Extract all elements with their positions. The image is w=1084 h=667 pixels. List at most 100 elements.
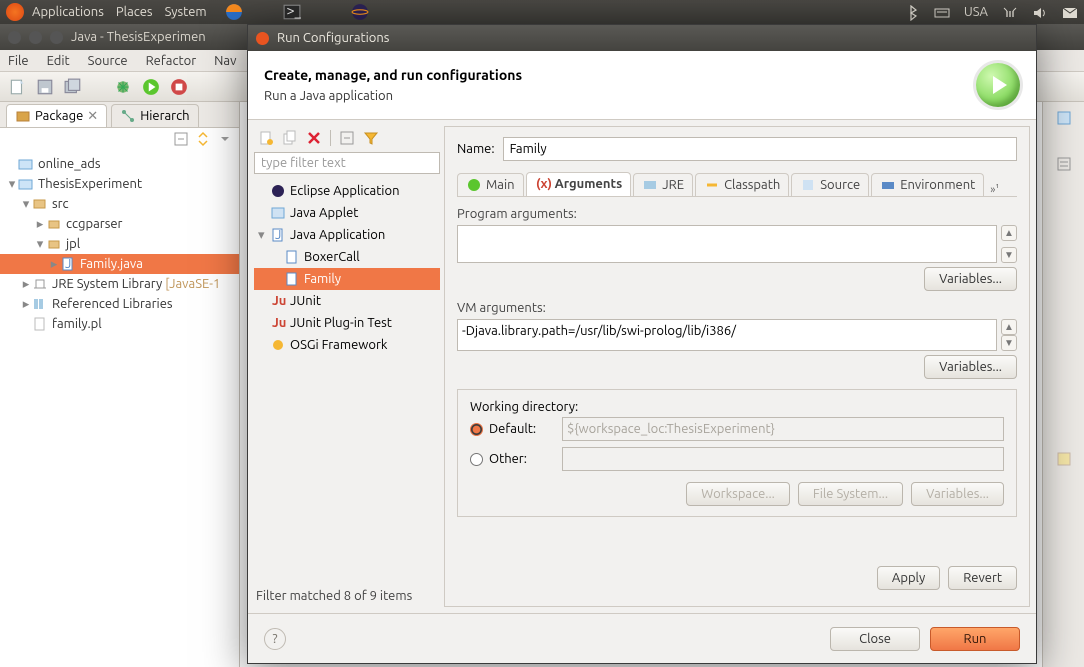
menu-applications[interactable]: Applications xyxy=(32,5,104,19)
tree-pkg-jpl[interactable]: ▾jpl xyxy=(0,234,239,254)
collapse-all-icon[interactable] xyxy=(173,131,189,147)
tree-file-family-java[interactable]: ▸JFamily.java xyxy=(0,254,239,274)
window-min-btn[interactable] xyxy=(29,31,42,44)
new-config-icon[interactable] xyxy=(258,130,274,146)
workdir-variables-button[interactable]: Variables... xyxy=(911,482,1004,506)
firefox-icon[interactable] xyxy=(225,3,243,21)
cfg-java-applet[interactable]: Java Applet xyxy=(254,202,440,224)
cfg-boxercall[interactable]: BoxerCall xyxy=(254,246,440,268)
ubuntu-logo-icon[interactable] xyxy=(6,3,24,21)
vm-args-variables-button[interactable]: Variables... xyxy=(924,355,1017,379)
menu-source[interactable]: Source xyxy=(88,54,128,68)
save-icon[interactable] xyxy=(36,78,54,96)
help-icon[interactable]: ? xyxy=(264,628,286,650)
tree-file-family-pl[interactable]: family.pl xyxy=(0,314,239,334)
dialog-close-icon[interactable] xyxy=(256,32,269,45)
package-icon xyxy=(15,108,31,124)
tree-ref-libs[interactable]: ▸Referenced Libraries xyxy=(0,294,239,314)
classpath-tab-icon xyxy=(704,177,720,193)
program-args-input[interactable] xyxy=(457,225,997,263)
run-icon[interactable] xyxy=(142,78,160,96)
dialog-title: Run Configurations xyxy=(277,31,389,45)
tab-package-explorer[interactable]: Package ✕ xyxy=(6,104,107,127)
eclipse-icon[interactable] xyxy=(351,3,369,21)
save-all-icon[interactable] xyxy=(64,78,82,96)
svg-text:(x)=: (x)= xyxy=(536,177,551,191)
tab-environment[interactable]: Environment xyxy=(871,173,984,196)
cfg-java-app[interactable]: ▾JJava Application xyxy=(254,224,440,246)
link-editor-icon[interactable] xyxy=(195,131,211,147)
keyboard-icon[interactable] xyxy=(934,5,950,19)
tree-src[interactable]: ▾src xyxy=(0,194,239,214)
cfg-osgi[interactable]: OSGi Framework xyxy=(254,334,440,356)
tree-project-online-ads[interactable]: online_ads xyxy=(0,154,239,174)
cfg-eclipse-app[interactable]: Eclipse Application xyxy=(254,180,440,202)
mail-icon[interactable] xyxy=(1062,5,1078,19)
working-dir-group: Working directory: Default: Other: Works… xyxy=(457,389,1017,517)
view-menu-icon[interactable] xyxy=(217,131,233,147)
debug-icon[interactable] xyxy=(114,78,132,96)
window-max-btn[interactable] xyxy=(50,31,63,44)
tab-hierarchy[interactable]: Hierarch xyxy=(111,104,198,127)
workspace-button[interactable]: Workspace... xyxy=(686,482,790,506)
menu-file[interactable]: File xyxy=(8,54,29,68)
window-close-btn[interactable] xyxy=(8,31,21,44)
tree-pkg-ccgparser[interactable]: ▸ccgparser xyxy=(0,214,239,234)
revert-button[interactable]: Revert xyxy=(948,566,1017,590)
run-button[interactable]: Run xyxy=(930,627,1020,651)
perspective-java-icon[interactable] xyxy=(1056,110,1072,126)
bluetooth-icon[interactable] xyxy=(904,5,920,19)
scroll-down-icon[interactable]: ▼ xyxy=(1001,335,1017,351)
scroll-up-icon[interactable]: ▲ xyxy=(1001,225,1017,241)
tabs-overflow-icon[interactable]: »¹ xyxy=(990,184,999,196)
menu-refactor[interactable]: Refactor xyxy=(146,54,197,68)
source-tab-icon xyxy=(800,177,816,193)
menu-navigate[interactable]: Nav xyxy=(214,54,236,68)
tab-main[interactable]: Main xyxy=(457,173,524,196)
network-icon[interactable] xyxy=(1002,5,1018,19)
vm-args-input[interactable]: -Djava.library.path=/usr/lib/swi-prolog/… xyxy=(457,319,997,351)
project-tree: online_ads ▾ThesisExperiment ▾src ▸ccgpa… xyxy=(0,150,239,338)
other-radio[interactable]: Other: xyxy=(470,452,550,466)
filter-status: Filter matched 8 of 9 items xyxy=(254,585,440,607)
filesystem-button[interactable]: File System... xyxy=(798,482,903,506)
filter-input[interactable]: type filter text xyxy=(254,152,440,174)
tab-arguments[interactable]: (x)=Arguments xyxy=(526,172,632,196)
menu-places[interactable]: Places xyxy=(116,5,153,19)
scroll-up-icon[interactable]: ▲ xyxy=(1001,319,1017,335)
outline-view-icon[interactable] xyxy=(1056,156,1072,172)
scroll-down-icon[interactable]: ▼ xyxy=(1001,247,1017,263)
dialog-banner: Create, manage, and run configurations R… xyxy=(248,51,1036,120)
duplicate-config-icon[interactable] xyxy=(282,130,298,146)
other-workdir-field[interactable] xyxy=(562,447,1004,471)
cfg-family[interactable]: Family xyxy=(254,268,440,290)
new-icon[interactable] xyxy=(8,78,26,96)
tab-classpath[interactable]: Classpath xyxy=(695,173,789,196)
default-radio[interactable]: Default: xyxy=(470,422,550,436)
program-args-variables-button[interactable]: Variables... xyxy=(924,267,1017,291)
tree-jre[interactable]: ▸JRE System Library [JavaSE-1 xyxy=(0,274,239,294)
close-button[interactable]: Close xyxy=(830,627,920,651)
dialog-footer: ? Close Run xyxy=(248,613,1036,663)
dialog-titlebar: Run Configurations xyxy=(248,25,1036,51)
keyboard-layout[interactable]: USA xyxy=(964,5,988,19)
menu-system[interactable]: System xyxy=(165,5,207,19)
filter-config-icon[interactable] xyxy=(363,130,379,146)
collapse-config-icon[interactable] xyxy=(339,130,355,146)
ext-tools-icon[interactable] xyxy=(170,78,188,96)
delete-config-icon[interactable] xyxy=(306,130,322,146)
volume-icon[interactable] xyxy=(1032,5,1048,19)
terminal-icon[interactable]: >_ xyxy=(283,3,301,21)
tab-jre[interactable]: JRE xyxy=(633,173,693,196)
apply-button[interactable]: Apply xyxy=(877,566,940,590)
name-label: Name: xyxy=(457,142,495,156)
cfg-junit-plugin[interactable]: JuJUnit Plug-in Test xyxy=(254,312,440,334)
menu-edit[interactable]: Edit xyxy=(47,54,70,68)
name-input[interactable] xyxy=(503,137,1017,161)
cfg-junit[interactable]: JuJUnit xyxy=(254,290,440,312)
config-left-panel: type filter text Eclipse Application Jav… xyxy=(254,126,440,607)
fast-view-icon[interactable] xyxy=(1056,451,1072,467)
tab-source[interactable]: Source xyxy=(791,173,869,196)
vm-args-label: VM arguments: xyxy=(457,301,1017,315)
tree-project-thesis[interactable]: ▾ThesisExperiment xyxy=(0,174,239,194)
